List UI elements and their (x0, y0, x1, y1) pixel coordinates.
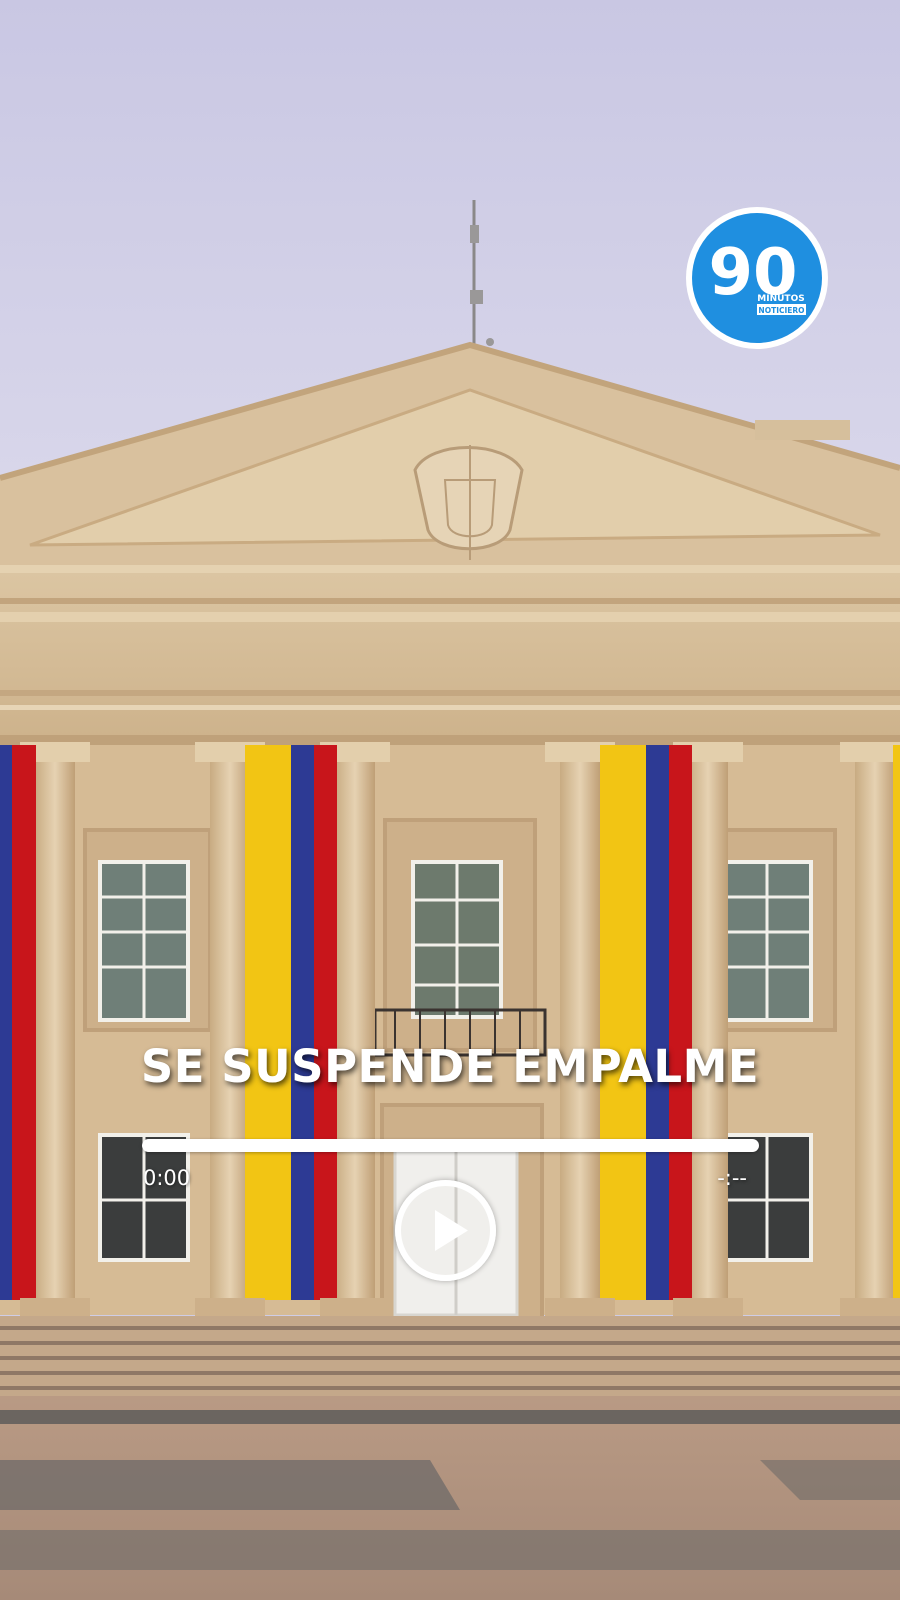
flag-banner-left (0, 745, 36, 1300)
progress-bar[interactable] (142, 1139, 759, 1152)
video-player[interactable]: 90 MINUTOS NOTICIERO SE SUSPENDE EMPALME… (0, 0, 900, 1600)
flag-banner-center (245, 745, 337, 1300)
entablature (0, 565, 900, 745)
steps (0, 1316, 900, 1396)
flag-banner-edge (893, 745, 900, 1300)
logo-badge: 90 MINUTOS NOTICIERO (686, 207, 828, 349)
total-time: -:-- (717, 1166, 747, 1190)
play-icon (435, 1210, 468, 1251)
flag-banner-right (600, 745, 692, 1300)
current-time: 0:00 (143, 1166, 191, 1190)
logo-line1: MINUTOS (757, 294, 804, 304)
video-headline: SE SUSPENDE EMPALME (140, 1040, 760, 1093)
play-button[interactable] (395, 1180, 496, 1281)
logo-line2: NOTICIERO (758, 306, 804, 315)
